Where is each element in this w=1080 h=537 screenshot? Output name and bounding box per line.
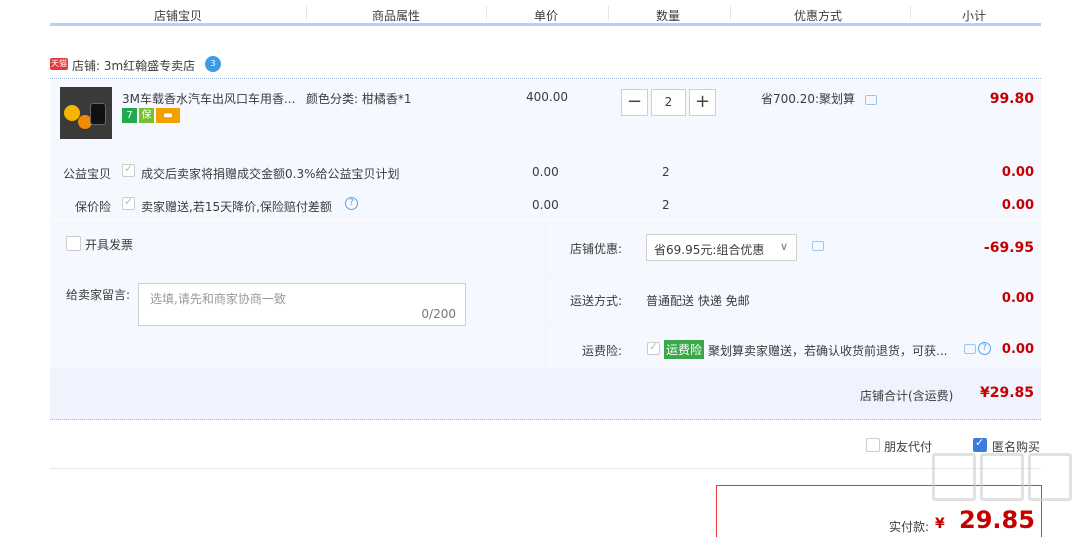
invoice-checkbox[interactable] bbox=[66, 236, 81, 251]
shipping-amount: 0.00 bbox=[1001, 291, 1034, 306]
service-badges: 7 保 ▬ bbox=[122, 108, 182, 123]
col-subtotal: 小计 bbox=[962, 9, 987, 23]
col-separator bbox=[306, 6, 307, 20]
col-qty: 数量 bbox=[656, 9, 681, 23]
col-separator bbox=[910, 6, 911, 20]
device-shape bbox=[90, 103, 106, 125]
charity-label: 公益宝贝 bbox=[62, 167, 111, 181]
charity-checkbox[interactable] bbox=[122, 162, 135, 177]
freight-ins-tag: 运费险 bbox=[664, 340, 705, 359]
shipping-label: 运送方式: bbox=[570, 294, 623, 308]
seven-day-return-icon: 7 bbox=[122, 108, 137, 123]
friend-pay-checkbox[interactable] bbox=[866, 438, 880, 452]
order-options: 开具发票 给卖家留言: 选填,请先和商家协商一致 0/200 店铺优惠: 省69… bbox=[50, 221, 1041, 420]
message-label: 给卖家留言: bbox=[66, 288, 131, 302]
chat-bubble-icon[interactable] bbox=[964, 344, 976, 354]
freight-insurance-section: 运费险: 运费险 聚划算卖家赠送，若确认收货前退货，可获... ? 0.00 bbox=[546, 323, 1041, 368]
price-protect-desc: 卖家赠送,若15天降价,保险赔付差额 bbox=[141, 200, 332, 214]
wangwang-chat-icon[interactable]: 3 bbox=[205, 56, 221, 72]
product-attr: 颜色分类: 柑橘香*1 bbox=[306, 92, 412, 106]
payment-label: 实付款: bbox=[889, 520, 930, 534]
shop-discount-section: 店铺优惠: 省69.95元:组合优惠 ∨ -69.95 bbox=[546, 221, 1041, 273]
shop-discount-select[interactable]: 省69.95元:组合优惠 ∨ bbox=[646, 234, 797, 261]
col-unit-price: 单价 bbox=[534, 9, 559, 23]
freight-ins-checkbox[interactable] bbox=[647, 340, 660, 355]
product-title[interactable]: 3M车载香水汽车出风口车用香... bbox=[122, 90, 297, 107]
price-protect-subtotal: 0.00 bbox=[1001, 198, 1034, 213]
qty-input[interactable]: 2 bbox=[651, 89, 686, 116]
qty-minus-button[interactable]: − bbox=[621, 89, 648, 116]
shop-header: 天猫 店铺: 3m红翰盛专卖店 3 bbox=[50, 55, 1041, 79]
message-placeholder: 选填,请先和商家协商一致 bbox=[150, 292, 286, 306]
watermark-glyph bbox=[932, 453, 976, 501]
help-icon[interactable]: ? bbox=[978, 342, 991, 355]
anonymous-checkbox[interactable] bbox=[973, 436, 987, 452]
invoice-label[interactable]: 开具发票 bbox=[85, 236, 133, 253]
payment-options: 朋友代付 匿名购买 bbox=[50, 436, 1041, 469]
unit-price: 400.00 bbox=[526, 90, 568, 104]
charity-subtotal: 0.00 bbox=[1001, 165, 1034, 180]
chat-bubble-icon[interactable] bbox=[864, 94, 877, 105]
message-char-count: 0/200 bbox=[421, 307, 456, 321]
watermark-glyph bbox=[980, 453, 1024, 501]
shop-discount-label: 店铺优惠: bbox=[570, 242, 623, 256]
col-separator bbox=[608, 6, 609, 20]
payment-amount: 29.85 bbox=[959, 506, 1035, 534]
chevron-down-icon: ∨ bbox=[779, 240, 788, 253]
promo-text: 省700.20:聚划算 bbox=[761, 90, 877, 107]
payment-currency: ¥ bbox=[935, 516, 945, 532]
column-header-row: 店铺宝贝 商品属性 单价 数量 优惠方式 小计 bbox=[50, 0, 1041, 26]
shop-total-label: 店铺合计(含运费) bbox=[860, 389, 954, 403]
col-promo: 优惠方式 bbox=[794, 9, 843, 23]
message-textarea[interactable]: 选填,请先和商家协商一致 0/200 bbox=[138, 283, 466, 326]
col-attrs: 商品属性 bbox=[372, 9, 421, 23]
charity-desc: 成交后卖家将捐赠成交金额0.3%给公益宝贝计划 bbox=[141, 167, 400, 181]
price-protect-row: 保价险 卖家赠送,若15天降价,保险赔付差额 ? 0.00 2 0.00 bbox=[50, 195, 1041, 216]
watermark-logo-icon bbox=[928, 453, 1078, 508]
charity-price: 0.00 bbox=[532, 165, 559, 179]
product-thumbnail[interactable] bbox=[60, 87, 112, 139]
help-icon[interactable]: ? bbox=[345, 197, 358, 210]
col-separator bbox=[486, 6, 487, 20]
price-protect-qty: 2 bbox=[662, 198, 670, 212]
card-icon: ▬ bbox=[156, 108, 180, 123]
shop-discount-value: 省69.95元:组合优惠 bbox=[654, 243, 765, 257]
charity-qty: 2 bbox=[662, 165, 670, 179]
freight-ins-amount: 0.00 bbox=[1001, 342, 1034, 357]
tmall-badge-icon: 天猫 bbox=[50, 58, 68, 70]
freight-ins-label: 运费险: bbox=[582, 344, 623, 358]
shop-discount-amount: -69.95 bbox=[983, 240, 1034, 256]
shield-icon: 保 bbox=[139, 108, 154, 123]
item-subtotal: 99.80 bbox=[989, 91, 1034, 107]
friend-pay-label[interactable]: 朋友代付 bbox=[884, 438, 932, 455]
shipping-section: 运送方式: 普通配送 快递 免邮 0.00 bbox=[546, 274, 1041, 322]
cart-item: 3M车载香水汽车出风口车用香... 7 保 ▬ 颜色分类: 柑橘香*1 400.00… bbox=[50, 80, 1041, 220]
col-shop-item: 店铺宝贝 bbox=[154, 9, 203, 23]
message-section: 给卖家留言: 选填,请先和商家协商一致 0/200 bbox=[50, 268, 545, 368]
price-protect-label: 保价险 bbox=[74, 200, 111, 214]
qty-plus-button[interactable]: + bbox=[689, 89, 716, 116]
shop-name[interactable]: 店铺: 3m红翰盛专卖店 bbox=[72, 57, 195, 74]
charity-row: 公益宝贝 成交后卖家将捐赠成交金额0.3%给公益宝贝计划 0.00 2 0.00 bbox=[50, 162, 1041, 183]
promo-label: 省700.20:聚划算 bbox=[761, 92, 856, 106]
price-protect-price: 0.00 bbox=[532, 198, 559, 212]
shop-total-value: ¥29.85 bbox=[979, 385, 1034, 401]
watermark-glyph bbox=[1028, 453, 1072, 501]
price-protect-checkbox[interactable] bbox=[122, 195, 135, 210]
shipping-value: 普通配送 快递 免邮 bbox=[646, 294, 750, 308]
invoice-section: 开具发票 bbox=[50, 221, 545, 267]
chat-bubble-icon[interactable] bbox=[812, 241, 824, 251]
freight-ins-desc: 聚划算卖家赠送，若确认收货前退货，可获... bbox=[708, 344, 948, 358]
col-separator bbox=[730, 6, 731, 20]
